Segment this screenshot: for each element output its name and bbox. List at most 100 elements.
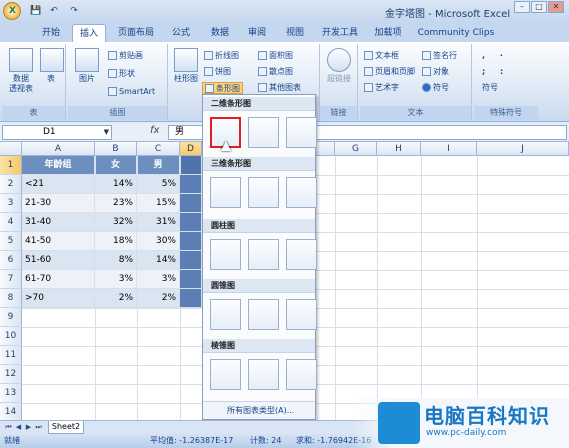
table-cell[interactable]: 14% bbox=[137, 251, 180, 270]
bar-chart-button[interactable]: 条形图 bbox=[202, 82, 243, 94]
other-charts-button[interactable]: 其他图表 bbox=[258, 82, 301, 94]
row-header[interactable]: 13 bbox=[0, 384, 22, 403]
pie-chart-button[interactable]: 饼图 bbox=[204, 66, 231, 78]
stacked-cone-bar-icon[interactable] bbox=[248, 299, 279, 330]
table-cell[interactable]: >70 bbox=[22, 289, 95, 308]
close-button[interactable]: ✕ bbox=[548, 1, 564, 13]
wordart-button[interactable]: 艺术字 bbox=[364, 82, 399, 94]
100-stacked-cone-bar-icon[interactable] bbox=[286, 299, 317, 330]
table-cell[interactable]: 41-50 bbox=[22, 232, 95, 251]
table-cell[interactable]: 61-70 bbox=[22, 270, 95, 289]
column-header-b[interactable]: B bbox=[95, 142, 137, 156]
hyperlink-button[interactable]: 超链接 bbox=[324, 48, 354, 84]
stacked-cylinder-bar-icon[interactable] bbox=[248, 239, 279, 270]
row-header[interactable]: 14 bbox=[0, 403, 22, 420]
pivot-table-button[interactable]: 数据 透视表 bbox=[6, 48, 36, 94]
next-sheet-icon[interactable]: ▶ bbox=[24, 423, 33, 432]
tab-page-layout[interactable]: 页面布局 bbox=[112, 24, 160, 42]
table-cell[interactable]: 15% bbox=[137, 194, 180, 213]
table-button[interactable]: 表 bbox=[40, 48, 64, 84]
row-header[interactable]: 7 bbox=[0, 270, 22, 289]
tab-addins[interactable]: 加载项 bbox=[368, 24, 408, 42]
row-header[interactable]: 2 bbox=[0, 175, 22, 194]
table-cell[interactable]: 8% bbox=[95, 251, 137, 270]
fx-button[interactable]: fx bbox=[150, 125, 159, 136]
tab-formulas[interactable]: 公式 bbox=[164, 24, 198, 42]
tab-view[interactable]: 视图 bbox=[278, 24, 312, 42]
header-footer-button[interactable]: 页眉和页脚 bbox=[364, 66, 415, 78]
symbol-button[interactable]: 符号 bbox=[422, 82, 449, 94]
sheet-tab[interactable]: Sheet2 bbox=[48, 421, 84, 434]
object-button[interactable]: 对象 bbox=[422, 66, 449, 78]
table-cell[interactable]: <21 bbox=[22, 175, 95, 194]
column-header-g[interactable]: G bbox=[335, 142, 377, 156]
stacked-pyramid-bar-icon[interactable] bbox=[248, 359, 279, 390]
table-cell[interactable]: 18% bbox=[95, 232, 137, 251]
maximize-button[interactable]: □ bbox=[531, 1, 547, 13]
row-header[interactable]: 9 bbox=[0, 308, 22, 327]
prev-sheet-icon[interactable]: ◀ bbox=[14, 423, 23, 432]
table-cell[interactable] bbox=[180, 251, 202, 270]
save-icon[interactable]: 💾 bbox=[30, 5, 42, 17]
row-header[interactable]: 4 bbox=[0, 213, 22, 232]
row-header[interactable]: 10 bbox=[0, 327, 22, 346]
column-header-j[interactable]: J bbox=[477, 142, 569, 156]
punct-comma-dot-icon[interactable]: , · bbox=[482, 50, 509, 62]
100-stacked-cylinder-bar-icon[interactable] bbox=[286, 239, 317, 270]
column-header-d[interactable]: D bbox=[180, 142, 202, 156]
column-header-a[interactable]: A bbox=[22, 142, 95, 156]
column-header-i[interactable]: I bbox=[421, 142, 477, 156]
3d-stacked-bar-icon[interactable] bbox=[248, 177, 279, 208]
table-cell[interactable]: 2% bbox=[137, 289, 180, 308]
row-header[interactable]: 12 bbox=[0, 365, 22, 384]
textbox-button[interactable]: 文本框 bbox=[364, 50, 399, 62]
table-cell[interactable]: 3% bbox=[95, 270, 137, 289]
column-chart-button[interactable]: 柱形图 bbox=[172, 48, 200, 84]
table-header-male[interactable]: 男 bbox=[137, 156, 180, 175]
tab-developer[interactable]: 开发工具 bbox=[316, 24, 364, 42]
tab-community-clips[interactable]: Community Clips bbox=[415, 24, 497, 42]
stacked-bar-chart-icon[interactable] bbox=[248, 117, 279, 148]
column-header-c[interactable]: C bbox=[137, 142, 180, 156]
undo-icon[interactable]: ↶ bbox=[48, 5, 60, 17]
cone-bar-icon[interactable] bbox=[210, 299, 241, 330]
name-box[interactable]: D1 ▼ bbox=[2, 125, 112, 140]
table-header-female[interactable]: 女 bbox=[95, 156, 137, 175]
signature-line-button[interactable]: 签名行 bbox=[422, 50, 457, 62]
clipart-button[interactable]: 剪贴画 bbox=[108, 50, 143, 62]
redo-icon[interactable]: ↷ bbox=[68, 5, 80, 17]
column-header-h[interactable]: H bbox=[377, 142, 421, 156]
table-cell[interactable] bbox=[180, 175, 202, 194]
punct-semicolon-colon-icon[interactable]: ; : bbox=[482, 66, 509, 78]
area-chart-button[interactable]: 面积图 bbox=[258, 50, 293, 62]
line-chart-button[interactable]: 折线图 bbox=[204, 50, 239, 62]
row-header[interactable]: 8 bbox=[0, 289, 22, 308]
row-header[interactable]: 6 bbox=[0, 251, 22, 270]
special-symbol-button[interactable]: 符号 bbox=[482, 82, 498, 94]
3d-100-stacked-bar-icon[interactable] bbox=[286, 177, 317, 208]
3d-clustered-bar-icon[interactable] bbox=[210, 177, 241, 208]
table-cell[interactable] bbox=[180, 270, 202, 289]
table-cell[interactable]: 14% bbox=[95, 175, 137, 194]
table-cell[interactable] bbox=[180, 289, 202, 308]
table-cell[interactable]: 3% bbox=[137, 270, 180, 289]
100-stacked-pyramid-bar-icon[interactable] bbox=[286, 359, 317, 390]
column-header-e[interactable]: E bbox=[316, 142, 335, 156]
pyramid-bar-icon[interactable] bbox=[210, 359, 241, 390]
tab-review[interactable]: 审阅 bbox=[240, 24, 274, 42]
picture-button[interactable]: 图片 bbox=[74, 48, 100, 84]
tab-insert[interactable]: 插入 bbox=[72, 24, 106, 42]
table-cell[interactable]: 23% bbox=[95, 194, 137, 213]
minimize-button[interactable]: – bbox=[514, 1, 530, 13]
table-cell[interactable]: 21-30 bbox=[22, 194, 95, 213]
office-button[interactable] bbox=[3, 2, 21, 20]
row-header[interactable]: 1 bbox=[0, 156, 22, 175]
row-header[interactable]: 11 bbox=[0, 346, 22, 365]
table-header-age-group[interactable]: 年龄组 bbox=[22, 156, 95, 175]
select-all-corner[interactable] bbox=[0, 142, 22, 156]
100-stacked-bar-chart-icon[interactable] bbox=[286, 117, 317, 148]
table-cell[interactable] bbox=[180, 213, 202, 232]
table-cell[interactable] bbox=[180, 194, 202, 213]
scatter-chart-button[interactable]: 散点图 bbox=[258, 66, 293, 78]
tab-home[interactable]: 开始 bbox=[34, 24, 68, 42]
